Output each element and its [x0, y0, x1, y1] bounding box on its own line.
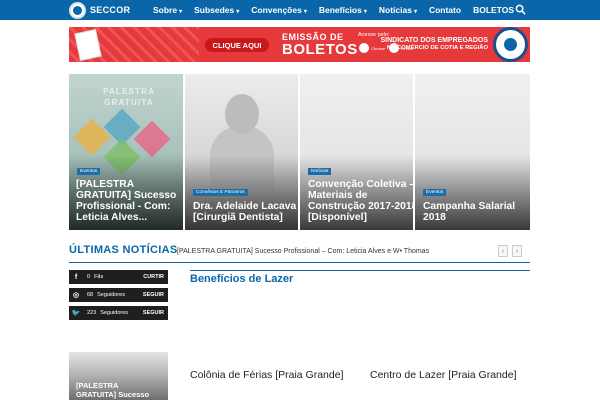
- social-unit: Seguidores: [97, 292, 125, 298]
- sidebar-card-title-2[interactable]: GRATUITA] Sucesso: [76, 390, 149, 399]
- sidebar-card-title-1[interactable]: [PALESTRA: [76, 381, 118, 390]
- twitter-icon[interactable]: 🐦: [69, 306, 83, 320]
- ticker-prev-button[interactable]: ‹: [498, 245, 508, 257]
- social-unit: Fãs: [94, 274, 104, 280]
- category-tag[interactable]: Eventos: [77, 168, 101, 175]
- social-row-facebook: f 0 Fãs CURTIR: [69, 270, 168, 284]
- benefit-title-centro[interactable]: Centro de Lazer [Praia Grande]: [370, 369, 517, 381]
- category-tag[interactable]: Convênios E Parceiros: [193, 189, 248, 196]
- tile-title-line[interactable]: [PALESTRA: [76, 179, 134, 191]
- featured-tile-campanha[interactable]: Eventos Campanha Salarial 2018: [415, 74, 530, 230]
- portrait-head: [225, 94, 259, 134]
- chevron-down-icon: ▾: [179, 9, 183, 15]
- tile-title-line[interactable]: [Disponível]: [308, 212, 367, 224]
- ticker-divider: [69, 262, 530, 263]
- featured-tile-dentista[interactable]: Convênios E Parceiros Dra. Adelaide Laca…: [185, 74, 298, 230]
- tile-title-line[interactable]: Convenção Coletiva –: [308, 179, 413, 191]
- tile-title-line[interactable]: 2018: [423, 212, 446, 224]
- ticker-next-button[interactable]: ›: [512, 245, 522, 257]
- menu-item-subsedes[interactable]: Subsedes ▾: [194, 5, 239, 15]
- featured-tile-convencao[interactable]: Notícias Convenção Coletiva – Materiais …: [300, 74, 413, 230]
- social-row-twitter: 🐦 223 Seguidores SEGUIR: [69, 306, 168, 320]
- category-tag[interactable]: Eventos: [423, 189, 447, 196]
- tile-title-line[interactable]: Profissional - Com:: [76, 201, 170, 213]
- tile-title-line[interactable]: Campanha Salarial: [423, 201, 515, 213]
- banner-org-line-2: NO COMÉRCIO DE COTIA E REGIÃO: [386, 45, 488, 51]
- menu-item-sobre[interactable]: Sobre ▾: [153, 5, 182, 15]
- main-menu: Sobre ▾ Subsedes ▾ Convenções ▾ Benefícios ▾…: [153, 0, 526, 20]
- social-row-instagram: ◎ 68 Seguidores SEGUIR: [69, 288, 168, 302]
- tile-title-line[interactable]: Dra. Adelaide Lacava: [193, 201, 296, 213]
- like-button[interactable]: CURTIR: [143, 274, 164, 280]
- logo-badge-icon: [69, 1, 86, 19]
- banner-org-line-1: SINDICATO DOS EMPREGADOS: [380, 37, 488, 44]
- section-title: Benefícios de Lazer: [190, 273, 294, 285]
- menu-item-noticias[interactable]: Notícias ▾: [379, 5, 417, 15]
- search-icon[interactable]: [515, 4, 526, 15]
- latest-news-heading: ÚLTIMAS NOTÍCIAS: [69, 244, 178, 256]
- tile-title-line[interactable]: Materiais de: [308, 190, 368, 202]
- menu-item-contato[interactable]: Contato: [429, 5, 461, 15]
- benefit-title-colonia[interactable]: Colônia de Férias [Praia Grande]: [190, 369, 344, 381]
- banner-cta-button[interactable]: CLIQUE AQUI: [205, 38, 269, 52]
- tile-title-line[interactable]: Construção 2017-2018: [308, 201, 413, 213]
- featured-tile-palestra[interactable]: PALESTRA GRATUITA Eventos [PALESTRA GRAT…: [69, 74, 183, 230]
- ticker-headline[interactable]: [PALESTRA GRATUITA] Sucesso Profissional…: [177, 248, 429, 255]
- menu-item-beneficios[interactable]: Benefícios ▾: [319, 5, 367, 15]
- facebook-icon[interactable]: f: [69, 270, 83, 284]
- chevron-down-icon: ▾: [303, 9, 307, 15]
- menu-item-convencoes[interactable]: Convenções ▾: [251, 5, 307, 15]
- chevron-down-icon: ▾: [363, 9, 367, 15]
- site-logo[interactable]: SECCOR: [69, 1, 130, 19]
- menu-item-boletos[interactable]: BOLETOS: [473, 5, 514, 15]
- logo-text: SECCOR: [90, 5, 131, 15]
- sidebar-post-card[interactable]: [PALESTRA GRATUITA] Sucesso: [69, 352, 168, 400]
- tile-title-line[interactable]: GRATUITA] Sucesso: [76, 190, 176, 202]
- social-count: 0: [87, 274, 91, 280]
- social-unit: Seguidores: [100, 310, 129, 316]
- chevron-down-icon: ▾: [236, 9, 240, 15]
- instagram-icon[interactable]: ◎: [69, 288, 83, 302]
- social-count: 223: [87, 310, 97, 316]
- tile-title-line[interactable]: Leticia Alves...: [76, 212, 147, 224]
- category-tag[interactable]: Notícias: [308, 168, 332, 175]
- boletos-banner[interactable]: CLIQUE AQUI EMISSÃO DE BOLETOS Acesse pe…: [69, 27, 530, 62]
- chevron-down-icon: ▾: [413, 9, 417, 15]
- social-count: 68: [87, 292, 94, 298]
- tile-title-line[interactable]: [Cirurgiã Dentista]: [193, 212, 283, 224]
- tile-bg-text: PALESTRA GRATUITA: [102, 87, 156, 107]
- follow-button[interactable]: SEGUIR: [143, 292, 164, 298]
- union-seal-icon: [493, 27, 528, 62]
- section-divider: [190, 270, 530, 271]
- follow-button[interactable]: SEGUIR: [143, 310, 164, 316]
- top-nav-bar: SECCOR Sobre ▾ Subsedes ▾ Convenções ▾ Bene…: [0, 0, 600, 20]
